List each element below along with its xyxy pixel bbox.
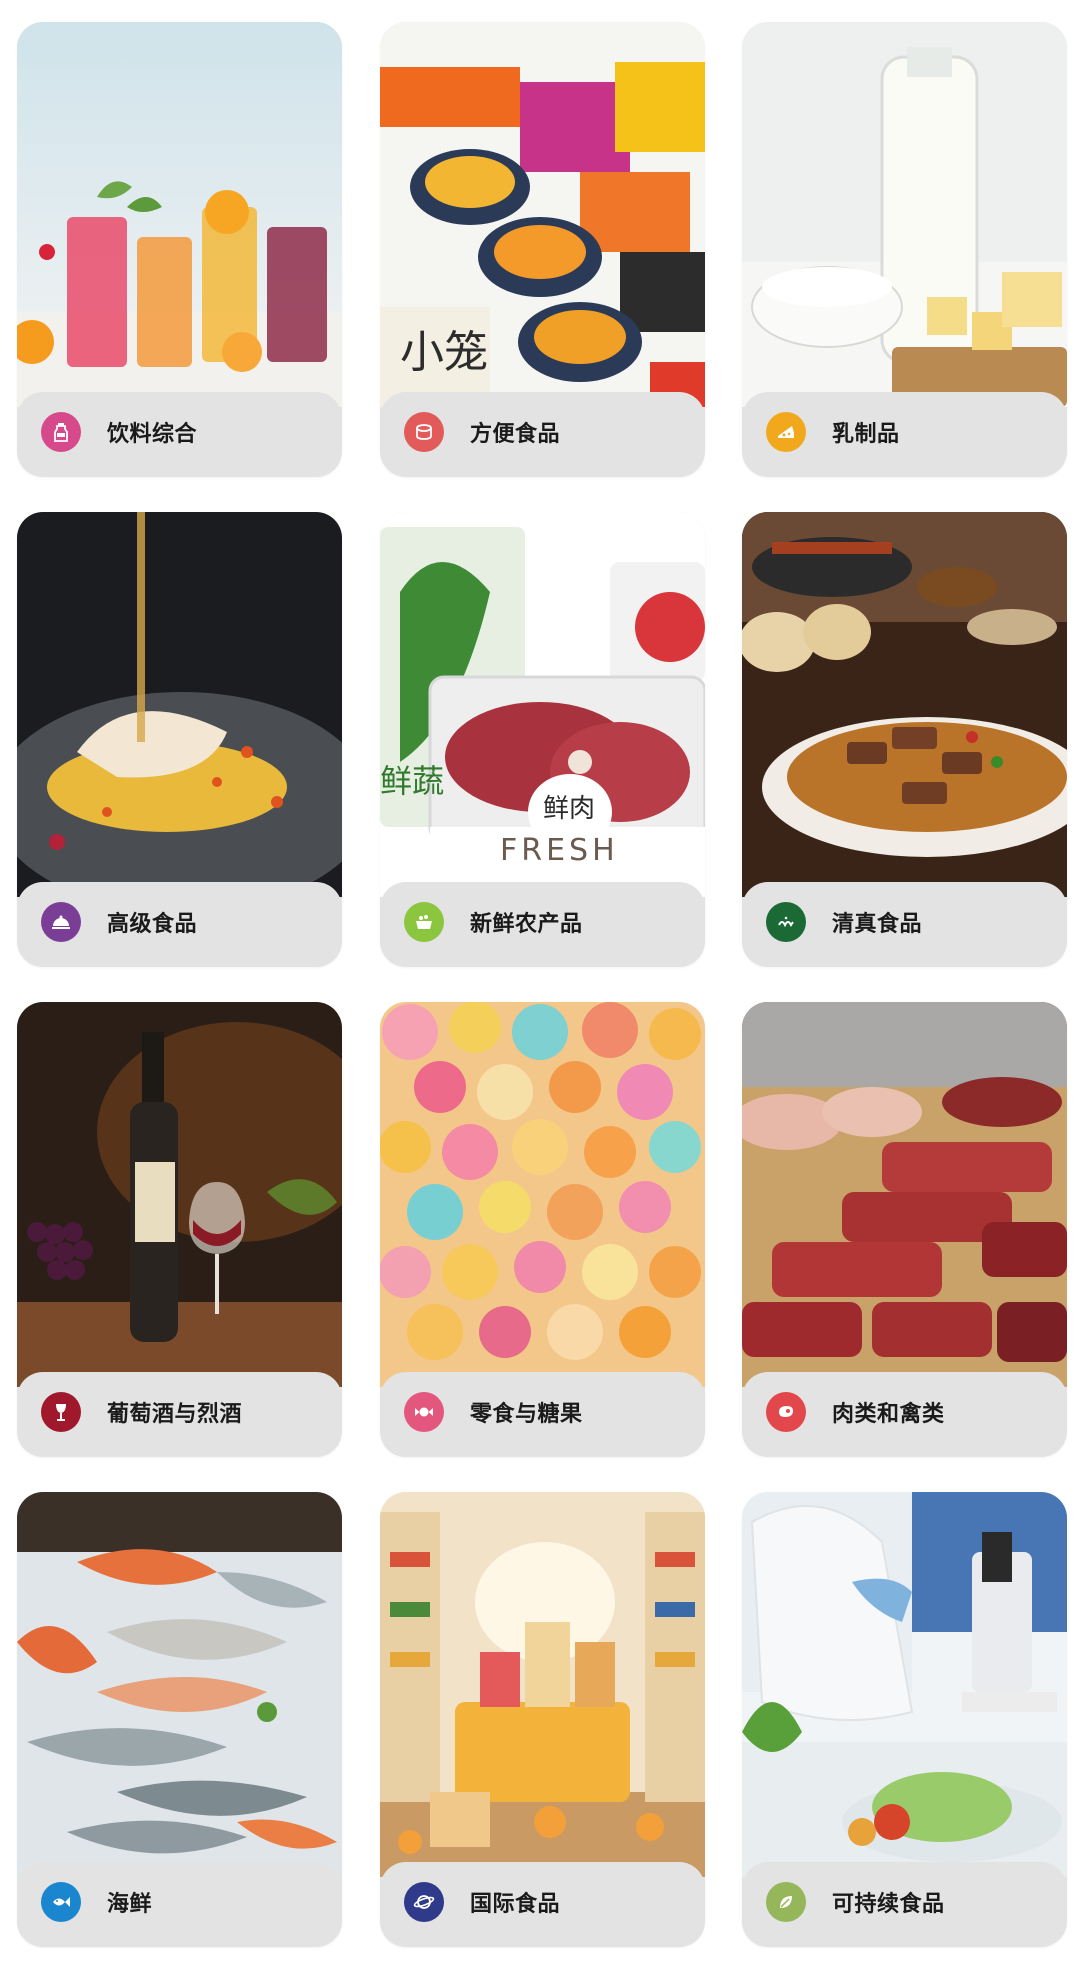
category-label: 新鲜农产品 [470,912,583,937]
beverage-bottle-icon [41,412,81,452]
meat-poultry-photo [742,1002,1067,1387]
svg-text:小笼: 小笼 [400,327,488,378]
category-label-bar: 国际食品 [380,1862,705,1947]
category-label: 国际食品 [470,1892,561,1917]
category-label-bar: 方便食品 [380,392,705,477]
category-card-seafood[interactable]: 海鲜 [17,1492,342,1947]
category-label: 葡萄酒与烈酒 [107,1402,243,1427]
fresh-produce-photo: 鲜肉 FRESH 鲜蔬 [380,512,705,897]
premium-food-photo [17,512,342,897]
beverages-photo [17,22,342,407]
category-card-wine-spirits[interactable]: 葡萄酒与烈酒 [17,1002,342,1457]
leaf-icon [766,1882,806,1922]
meat-icon [766,1392,806,1432]
category-label-bar: 乳制品 [742,392,1067,477]
halal-icon [766,902,806,942]
category-label: 方便食品 [470,422,561,447]
candy-icon [404,1392,444,1432]
category-card-beverages[interactable]: 饮料综合 [17,22,342,477]
svg-text:鲜肉: 鲜肉 [543,794,595,824]
category-card-premium-food[interactable]: 高级食品 [17,512,342,967]
category-label: 肉类和禽类 [832,1402,945,1427]
category-label-bar: 肉类和禽类 [742,1372,1067,1457]
category-card-snacks-candy[interactable]: 零食与糖果 [380,1002,705,1457]
svg-text:鲜蔬: 鲜蔬 [380,762,444,800]
category-label-bar: 可持续食品 [742,1862,1067,1947]
category-card-dairy[interactable]: 乳制品 [742,22,1067,477]
halal-food-photo [742,512,1067,897]
category-card-meat-poultry[interactable]: 肉类和禽类 [742,1002,1067,1457]
convenience-food-photo: 小笼 [380,22,705,407]
category-label-bar: 饮料综合 [17,392,342,477]
category-label: 可持续食品 [832,1892,945,1917]
category-card-fresh-produce[interactable]: 鲜肉 FRESH 鲜蔬 新鲜农产品 [380,512,705,967]
category-label: 清真食品 [832,912,923,937]
category-label-bar: 清真食品 [742,882,1067,967]
category-grid: 饮料综合 小笼 方便食品 乳制品 高级食品 鲜肉 FRESH 鲜蔬 新鲜农产品 … [0,0,1080,1988]
cheese-icon [766,412,806,452]
wine-spirits-photo [17,1002,342,1387]
category-card-international-food[interactable]: 国际食品 [380,1492,705,1947]
wine-glass-icon [41,1392,81,1432]
category-card-convenience-food[interactable]: 小笼 方便食品 [380,22,705,477]
category-label-bar: 葡萄酒与烈酒 [17,1372,342,1457]
sustainable-food-photo [742,1492,1067,1877]
category-label-bar: 高级食品 [17,882,342,967]
category-card-halal-food[interactable]: 清真食品 [742,512,1067,967]
category-label-bar: 零食与糖果 [380,1372,705,1457]
seafood-photo [17,1492,342,1877]
category-label-bar: 海鲜 [17,1862,342,1947]
category-card-sustainable-food[interactable]: 可持续食品 [742,1492,1067,1947]
international-food-photo [380,1492,705,1877]
canned-food-icon [404,412,444,452]
basket-icon [404,902,444,942]
category-label-bar: 新鲜农产品 [380,882,705,967]
category-label: 乳制品 [832,422,900,447]
fish-icon [41,1882,81,1922]
snacks-candy-photo [380,1002,705,1387]
category-label: 海鲜 [107,1892,153,1917]
dairy-photo [742,22,1067,407]
svg-text:FRESH: FRESH [500,833,619,868]
cloche-icon [41,902,81,942]
category-label: 饮料综合 [107,422,198,447]
category-label: 零食与糖果 [470,1402,583,1427]
category-label: 高级食品 [107,912,198,937]
globe-icon [404,1882,444,1922]
